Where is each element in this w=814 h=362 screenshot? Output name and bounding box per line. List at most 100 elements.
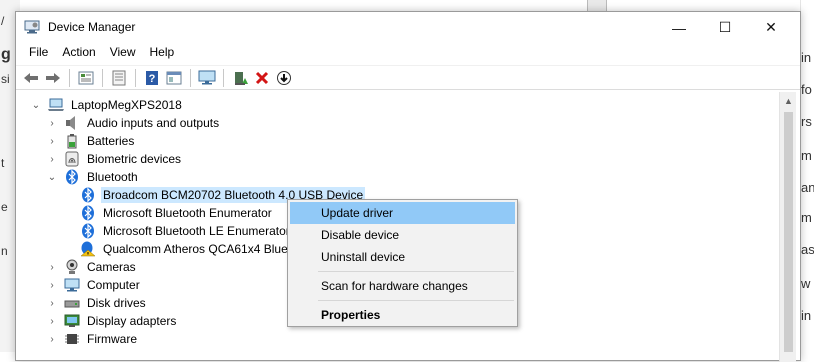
- bg-text-fragment: e: [1, 200, 8, 214]
- menu-view[interactable]: View: [103, 43, 143, 63]
- firmware-icon: [64, 331, 80, 347]
- tree-item-biometric[interactable]: › Biometric devices: [46, 150, 183, 168]
- expand-chevron-icon[interactable]: ›: [46, 315, 58, 327]
- bg-text-fragment: rs t: [801, 114, 814, 129]
- tree-item-audio[interactable]: › Audio inputs and outputs: [46, 114, 221, 132]
- tree-item-cameras[interactable]: › Cameras: [46, 258, 138, 276]
- back-arrow-icon[interactable]: [21, 68, 41, 88]
- properties-icon[interactable]: [76, 68, 96, 88]
- scrollbar-thumb[interactable]: [784, 112, 793, 352]
- toolbar-separator: [223, 68, 224, 87]
- menu-file[interactable]: File: [22, 43, 55, 63]
- close-button[interactable]: ✕: [748, 12, 794, 43]
- expand-chevron-icon[interactable]: ›: [46, 153, 58, 165]
- expand-chevron-icon[interactable]: ›: [46, 135, 58, 147]
- vertical-scrollbar[interactable]: ▲: [779, 92, 796, 362]
- menu-properties[interactable]: Properties: [290, 304, 515, 326]
- expand-chevron-icon[interactable]: ›: [46, 279, 58, 291]
- device-manager-icon: [24, 20, 40, 34]
- help-icon[interactable]: ?: [142, 68, 162, 88]
- bg-text-fragment: w: [801, 276, 811, 291]
- tree-item-label: Qualcomm Atheros QCA61x4 Blueto: [103, 242, 298, 256]
- window-title: Device Manager: [48, 20, 136, 34]
- bluetooth-icon: [80, 223, 96, 239]
- tree-item-label: Batteries: [87, 134, 135, 148]
- tree-item-label: Disk drives: [87, 296, 146, 310]
- bg-text-fragment: g: [1, 46, 11, 63]
- maximize-button[interactable]: ☐: [702, 12, 748, 43]
- tree-item-firmware[interactable]: › Firmware: [46, 330, 139, 348]
- background-right-window: in fo rs t m and m aso w in: [800, 0, 814, 352]
- bluetooth-warning-icon: [80, 241, 96, 257]
- tree-item-label: Microsoft Bluetooth LE Enumerator: [103, 224, 290, 238]
- tree-item-label: Firmware: [87, 332, 137, 346]
- tree-root[interactable]: ⌄ LaptopMegXPS2018: [30, 96, 184, 114]
- tree-item-label: Bluetooth: [87, 170, 138, 184]
- bg-text-fragment: t: [1, 156, 5, 170]
- svg-text:?: ?: [149, 73, 156, 85]
- tree-item-label: Cameras: [87, 260, 136, 274]
- bg-text-fragment: m: [801, 148, 812, 163]
- bluetooth-icon: [80, 205, 96, 221]
- uninstall-icon[interactable]: [252, 68, 272, 88]
- monitor-icon[interactable]: [197, 68, 217, 88]
- expand-chevron-icon[interactable]: ›: [46, 261, 58, 273]
- fingerprint-icon: [64, 151, 80, 167]
- tree-item-batteries[interactable]: › Batteries: [46, 132, 136, 150]
- forward-arrow-icon[interactable]: [43, 68, 63, 88]
- title-bar[interactable]: Device Manager — ☐ ✕: [16, 12, 800, 43]
- tree-item-label: Microsoft Bluetooth Enumerator: [103, 206, 272, 220]
- collapse-chevron-icon[interactable]: ⌄: [46, 171, 58, 183]
- display-icon: [64, 313, 80, 329]
- tree-item-label: Display adapters: [87, 314, 177, 328]
- minimize-button[interactable]: —: [656, 12, 702, 43]
- bluetooth-icon: [80, 187, 96, 203]
- bg-text-fragment: m: [801, 210, 812, 225]
- laptop-icon: [48, 97, 64, 113]
- expand-chevron-icon[interactable]: ›: [46, 117, 58, 129]
- tree-item-label: Biometric devices: [87, 152, 182, 166]
- battery-icon: [64, 133, 80, 149]
- menu-bar: File Action View Help: [16, 43, 800, 63]
- bg-text-fragment: and: [801, 180, 814, 195]
- tree-item-ms-bt-enumerator[interactable]: Microsoft Bluetooth Enumerator: [80, 204, 274, 222]
- menu-help[interactable]: Help: [143, 43, 182, 63]
- show-hide-icon[interactable]: [109, 68, 129, 88]
- tree-item-disk-drives[interactable]: › Disk drives: [46, 294, 148, 312]
- toolbar-separator: [135, 68, 136, 87]
- menu-disable-device[interactable]: Disable device: [290, 224, 515, 246]
- toolbar-separator: [190, 68, 191, 87]
- menu-action[interactable]: Action: [55, 43, 102, 63]
- bg-text-fragment: aso: [801, 242, 814, 257]
- bg-text-fragment: in: [801, 50, 812, 65]
- toolbar-separator: [102, 68, 103, 87]
- toolbar-separator: [69, 68, 70, 87]
- menu-separator: [318, 271, 514, 272]
- tree-item-computer[interactable]: › Computer: [46, 276, 142, 294]
- disk-icon: [64, 295, 80, 311]
- download-icon[interactable]: [274, 68, 294, 88]
- tree-item-label: Computer: [87, 278, 140, 292]
- bg-text-fragment: fo: [801, 82, 812, 97]
- scroll-up-arrow-icon[interactable]: ▲: [780, 92, 797, 109]
- menu-update-driver[interactable]: Update driver: [290, 202, 515, 224]
- tree-item-qualcomm[interactable]: Qualcomm Atheros QCA61x4 Blueto: [80, 240, 300, 258]
- expand-chevron-icon[interactable]: ›: [46, 333, 58, 345]
- update-driver-icon[interactable]: [230, 68, 250, 88]
- menu-uninstall-device[interactable]: Uninstall device: [290, 246, 515, 268]
- menu-separator: [318, 300, 514, 301]
- tree-item-bluetooth[interactable]: ⌄ Bluetooth: [46, 168, 140, 186]
- toolbar: ?: [16, 65, 800, 90]
- bluetooth-icon: [64, 169, 80, 185]
- tree-item-ms-bt-le-enumerator[interactable]: Microsoft Bluetooth LE Enumerator: [80, 222, 292, 240]
- context-menu: Update driver Disable device Uninstall d…: [287, 199, 518, 327]
- computer-name: LaptopMegXPS2018: [71, 98, 182, 112]
- view-icon[interactable]: [164, 68, 184, 88]
- tree-item-display-adapters[interactable]: › Display adapters: [46, 312, 178, 330]
- menu-scan-hardware[interactable]: Scan for hardware changes: [290, 275, 515, 297]
- bg-text-fragment: n: [1, 244, 8, 258]
- expand-chevron-icon[interactable]: ›: [46, 297, 58, 309]
- collapse-chevron-icon[interactable]: ⌄: [30, 99, 42, 111]
- bg-text-fragment: in: [801, 308, 812, 323]
- camera-icon: [64, 259, 80, 275]
